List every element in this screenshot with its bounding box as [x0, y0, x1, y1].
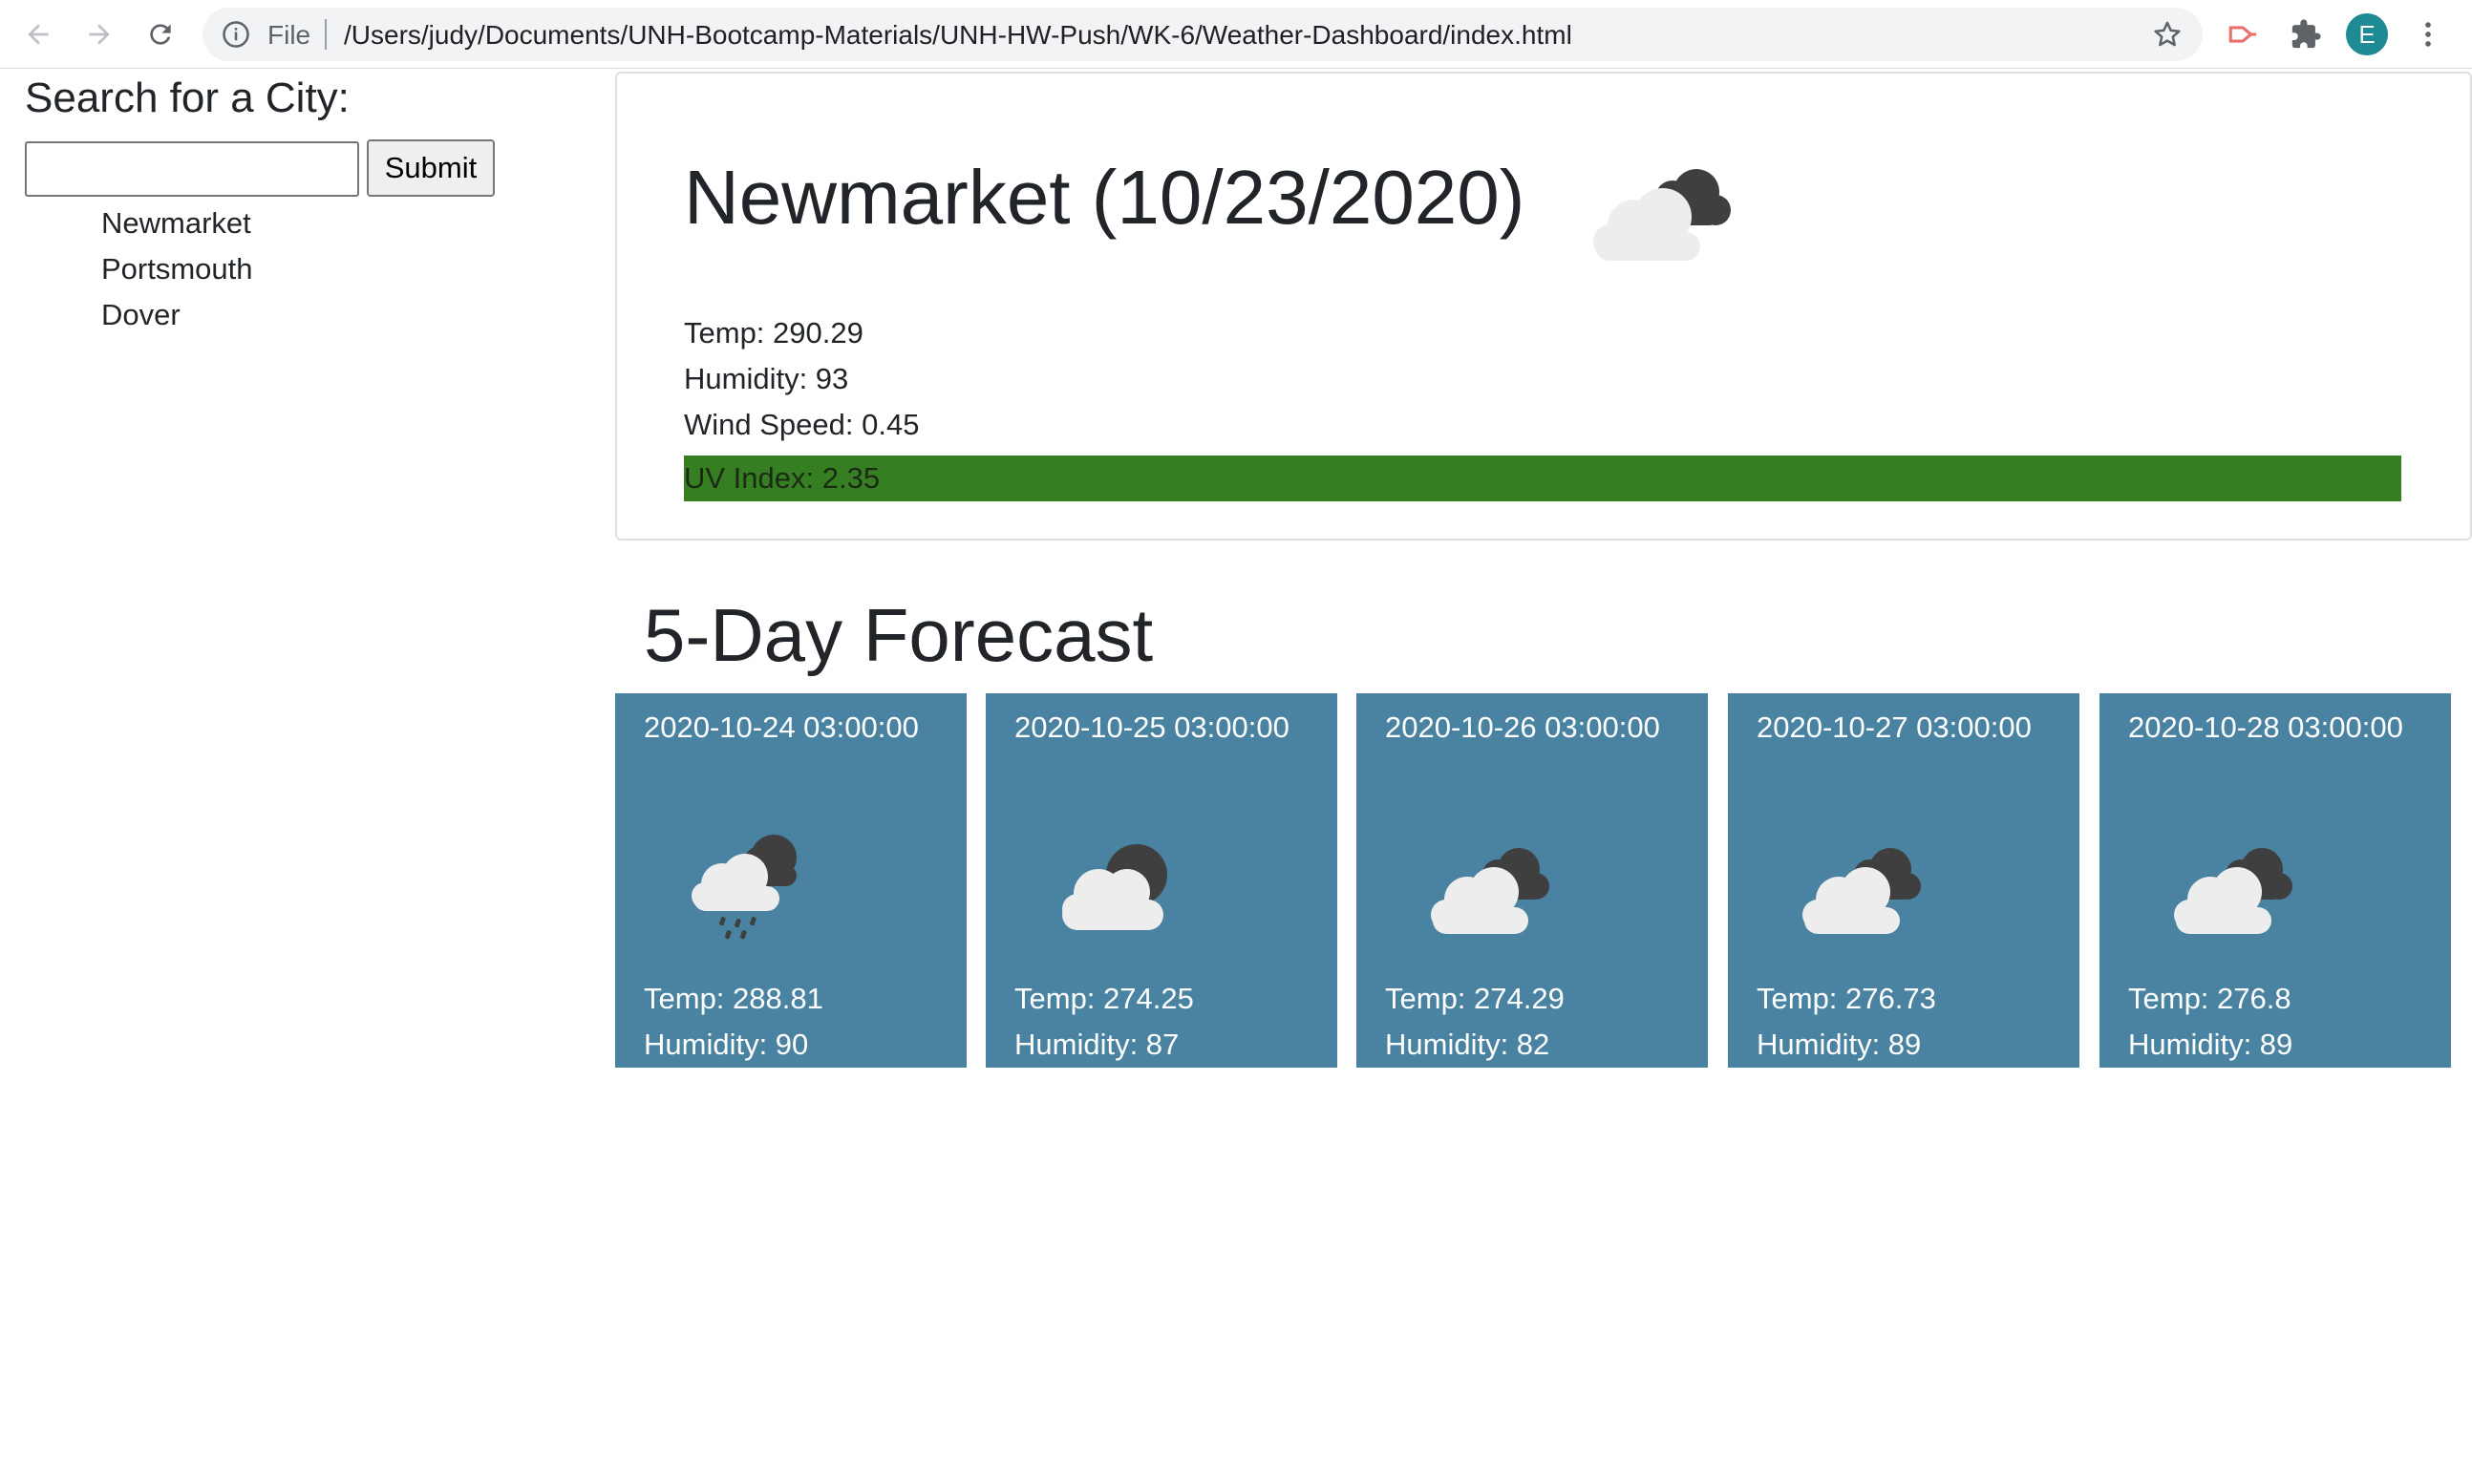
forecast-temp: Temp: 288.81: [644, 982, 823, 1015]
browser-toolbar: File /Users/judy/Documents/UNH-Bootcamp-…: [0, 0, 2472, 69]
url-text[interactable]: /Users/judy/Documents/UNH-Bootcamp-Mater…: [344, 20, 1572, 51]
submit-button[interactable]: Submit: [367, 139, 495, 197]
browser-menu-button[interactable]: [2409, 15, 2447, 53]
current-wind-speed: Wind Speed: 0.45: [684, 408, 920, 441]
cloudy-night-icon: [1431, 848, 1549, 934]
forecast-card: 2020-10-27 03:00:00 Temp: 276.73 Humidit…: [1728, 693, 2079, 1068]
info-icon[interactable]: [222, 20, 250, 49]
city-search-input[interactable]: [25, 141, 359, 197]
profile-avatar[interactable]: E: [2346, 13, 2388, 55]
forecast-card: 2020-10-26 03:00:00 Temp: 274.29 Humidit…: [1356, 693, 1708, 1068]
back-button[interactable]: [17, 13, 59, 55]
history-item-dover[interactable]: Dover: [101, 292, 253, 338]
forecast-humidity: Humidity: 82: [1385, 1028, 1550, 1061]
search-heading: Search for a City:: [25, 74, 350, 121]
forecast-card: 2020-10-24 03:00:00 Temp: 288.81 Humidit…: [615, 693, 967, 1068]
forecast-date: 2020-10-28 03:00:00: [2128, 710, 2403, 744]
rain-night-icon: [692, 835, 797, 940]
forecast-temp: Temp: 274.29: [1385, 982, 1565, 1015]
forecast-card: 2020-10-28 03:00:00 Temp: 276.8 Humidity…: [2099, 693, 2451, 1068]
current-city-title: Newmarket (10/23/2020): [684, 155, 1525, 240]
search-history-list: Newmarket Portsmouth Dover: [101, 201, 253, 338]
url-divider: [325, 19, 327, 50]
current-weather-card: Newmarket (10/23/2020) Temp: 290.29 Humi…: [615, 72, 2472, 541]
extension-arrow-icon: [2228, 26, 2257, 43]
arrow-left-icon: [28, 24, 49, 45]
forecast-card: 2020-10-25 03:00:00 Temp: 274.25 Humidit…: [986, 693, 1337, 1068]
forecast-humidity: Humidity: 89: [2128, 1028, 2293, 1061]
current-humidity: Humidity: 93: [684, 362, 849, 395]
arrow-right-icon: [89, 24, 110, 45]
uv-index-badge: UV Index: 2.35: [684, 456, 2401, 501]
forecast-heading: 5-Day Forecast: [644, 593, 1154, 677]
forecast-temp: Temp: 276.8: [2128, 982, 2291, 1015]
forecast-temp: Temp: 274.25: [1014, 982, 1194, 1015]
history-item-portsmouth[interactable]: Portsmouth: [101, 246, 253, 292]
forecast-date: 2020-10-25 03:00:00: [1014, 710, 1289, 744]
bookmark-star-icon[interactable]: [2151, 18, 2184, 51]
forecast-humidity: Humidity: 89: [1757, 1028, 1922, 1061]
forecast-date: 2020-10-26 03:00:00: [1385, 710, 1660, 744]
more-vertical-icon: [2425, 22, 2431, 47]
forecast-temp: Temp: 276.73: [1757, 982, 1936, 1015]
forecast-humidity: Humidity: 87: [1014, 1028, 1180, 1061]
forward-button[interactable]: [78, 13, 120, 55]
address-bar[interactable]: File /Users/judy/Documents/UNH-Bootcamp-…: [202, 8, 2203, 61]
reload-button[interactable]: [139, 13, 181, 55]
forecast-humidity: Humidity: 90: [644, 1028, 809, 1061]
partly-cloudy-night-icon: [1062, 844, 1167, 930]
cloudy-night-icon: [1593, 169, 1731, 261]
extension-button[interactable]: [2224, 15, 2262, 53]
cloudy-night-icon: [1802, 848, 1921, 934]
cloudy-night-icon: [2174, 848, 2292, 934]
reload-icon: [150, 24, 171, 45]
forecast-date: 2020-10-24 03:00:00: [644, 710, 919, 744]
forecast-date: 2020-10-27 03:00:00: [1757, 710, 2032, 744]
url-scheme: File: [267, 20, 311, 50]
puzzle-icon: [2291, 19, 2321, 49]
current-temp: Temp: 290.29: [684, 316, 863, 350]
history-item-newmarket[interactable]: Newmarket: [101, 201, 253, 246]
extensions-button[interactable]: [2287, 15, 2325, 53]
